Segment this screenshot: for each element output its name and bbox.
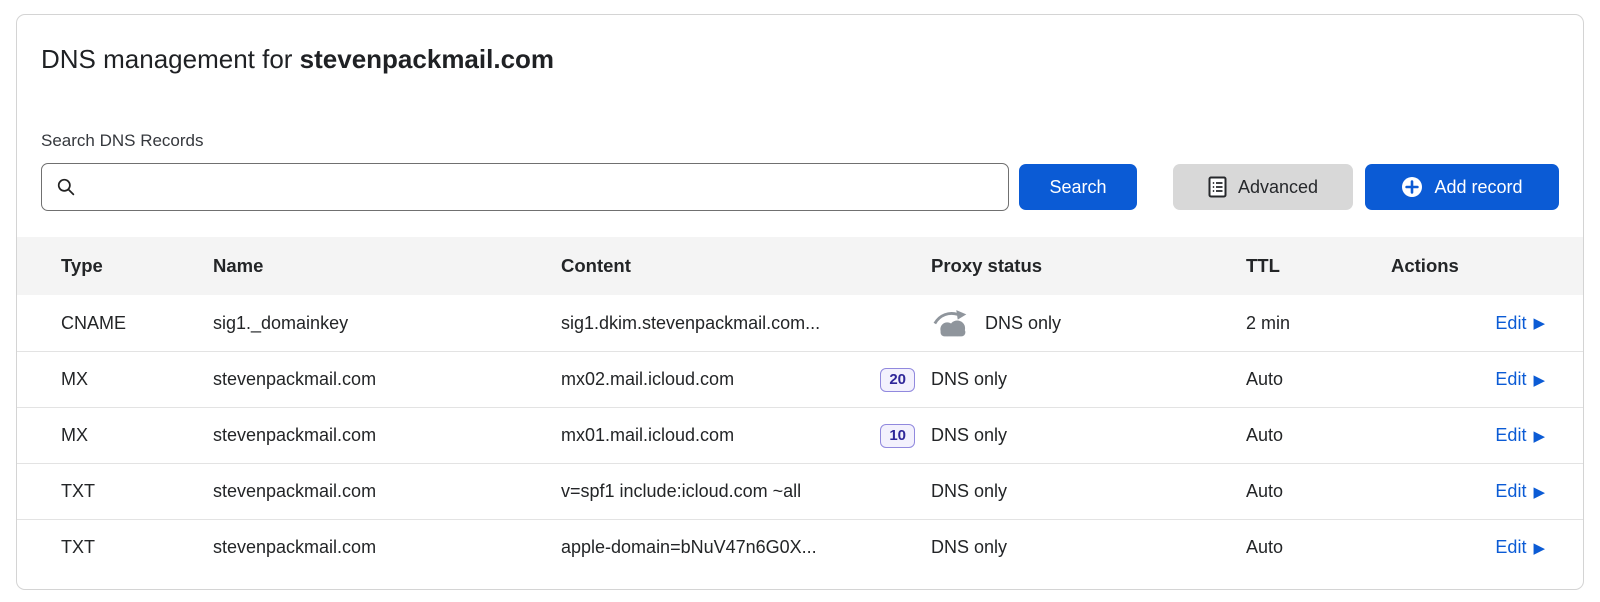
edit-arrow-icon: ▶ [1533,540,1545,556]
page-title: DNS management for stevenpackmail.com [41,43,1559,75]
proxy-status-cell: DNS only [931,537,1246,558]
search-icon [56,177,76,197]
record-content-cell: mx02.mail.icloud.com 20 [561,368,931,392]
edit-record-label: Edit [1495,425,1526,446]
record-content-cell: apple-domain=bNuV47n6G0X... [561,537,931,558]
search-label: Search DNS Records [41,131,1559,151]
record-actions-cell: Edit ▶ [1391,481,1545,502]
record-content: mx01.mail.icloud.com [561,425,734,446]
record-name: sig1._domainkey [213,313,561,334]
record-actions-cell: Edit ▶ [1391,425,1545,446]
record-type: CNAME [61,313,213,334]
add-record-button-label: Add record [1434,177,1522,198]
record-actions-cell: Edit ▶ [1391,369,1545,390]
record-name: stevenpackmail.com [213,481,561,502]
record-name: stevenpackmail.com [213,537,561,558]
edit-record-button[interactable]: Edit ▶ [1495,369,1545,390]
record-content-cell: v=spf1 include:icloud.com ~all [561,481,931,502]
mx-priority-badge: 10 [880,424,915,448]
advanced-list-icon [1208,176,1227,198]
record-name: stevenpackmail.com [213,369,561,390]
edit-arrow-icon: ▶ [1533,428,1545,444]
table-row: MX stevenpackmail.com mx02.mail.icloud.c… [17,351,1583,407]
edit-arrow-icon: ▶ [1533,315,1545,331]
edit-record-button[interactable]: Edit ▶ [1495,425,1545,446]
proxy-status-cell: DNS only [931,481,1246,502]
record-ttl: 2 min [1246,313,1391,334]
edit-record-label: Edit [1495,537,1526,558]
header-name: Name [213,255,561,277]
table-row: MX stevenpackmail.com mx01.mail.icloud.c… [17,407,1583,463]
record-content-cell: sig1.dkim.stevenpackmail.com... [561,313,931,334]
advanced-button[interactable]: Advanced [1173,164,1353,210]
record-actions-cell: Edit ▶ [1391,537,1545,558]
dns-records-table: Type Name Content Proxy status TTL Actio… [17,237,1583,575]
record-ttl: Auto [1246,425,1391,446]
record-ttl: Auto [1246,537,1391,558]
plus-circle-icon [1401,176,1423,198]
header-ttl: TTL [1246,255,1391,277]
edit-record-label: Edit [1495,313,1526,334]
edit-record-button[interactable]: Edit ▶ [1495,313,1545,334]
proxy-status-label: DNS only [985,313,1061,334]
edit-arrow-icon: ▶ [1533,484,1545,500]
advanced-button-label: Advanced [1238,177,1318,198]
record-content-cell: mx01.mail.icloud.com 10 [561,424,931,448]
proxy-status-label: DNS only [931,481,1007,502]
edit-record-button[interactable]: Edit ▶ [1495,537,1545,558]
table-header-row: Type Name Content Proxy status TTL Actio… [17,237,1583,295]
record-content: mx02.mail.icloud.com [561,369,734,390]
proxy-status-label: DNS only [931,537,1007,558]
record-type: MX [61,425,213,446]
edit-record-button[interactable]: Edit ▶ [1495,481,1545,502]
edit-record-label: Edit [1495,369,1526,390]
record-actions-cell: Edit ▶ [1391,313,1545,334]
search-box[interactable] [41,163,1009,211]
proxy-status-label: DNS only [931,425,1007,446]
edit-record-label: Edit [1495,481,1526,502]
dns-only-cloud-icon [931,309,975,338]
record-type: MX [61,369,213,390]
table-row: TXT stevenpackmail.com v=spf1 include:ic… [17,463,1583,519]
record-ttl: Auto [1246,369,1391,390]
proxy-status-label: DNS only [931,369,1007,390]
dns-toolbar: Search Advanced [41,163,1559,211]
table-row: CNAME sig1._domainkey sig1.dkim.stevenpa… [17,295,1583,351]
record-content: apple-domain=bNuV47n6G0X... [561,537,817,558]
page-title-domain: stevenpackmail.com [300,44,554,74]
proxy-status-cell: DNS only [931,369,1246,390]
record-type: TXT [61,537,213,558]
edit-arrow-icon: ▶ [1533,372,1545,388]
mx-priority-badge: 20 [880,368,915,392]
add-record-button[interactable]: Add record [1365,164,1559,210]
table-row: TXT stevenpackmail.com apple-domain=bNuV… [17,519,1583,575]
search-button[interactable]: Search [1019,164,1137,210]
record-name: stevenpackmail.com [213,425,561,446]
page-title-prefix: DNS management for [41,44,300,74]
record-type: TXT [61,481,213,502]
header-proxy-status: Proxy status [931,255,1246,277]
table-body: CNAME sig1._domainkey sig1.dkim.stevenpa… [17,295,1583,575]
search-input[interactable] [85,176,994,198]
dns-management-card: DNS management for stevenpackmail.com Se… [16,14,1584,590]
proxy-status-cell: DNS only [931,425,1246,446]
proxy-status-cell: DNS only [931,309,1246,338]
record-content: sig1.dkim.stevenpackmail.com... [561,313,820,334]
header-content: Content [561,255,931,277]
record-ttl: Auto [1246,481,1391,502]
record-content: v=spf1 include:icloud.com ~all [561,481,801,502]
header-type: Type [61,255,213,277]
header-actions: Actions [1391,255,1545,277]
